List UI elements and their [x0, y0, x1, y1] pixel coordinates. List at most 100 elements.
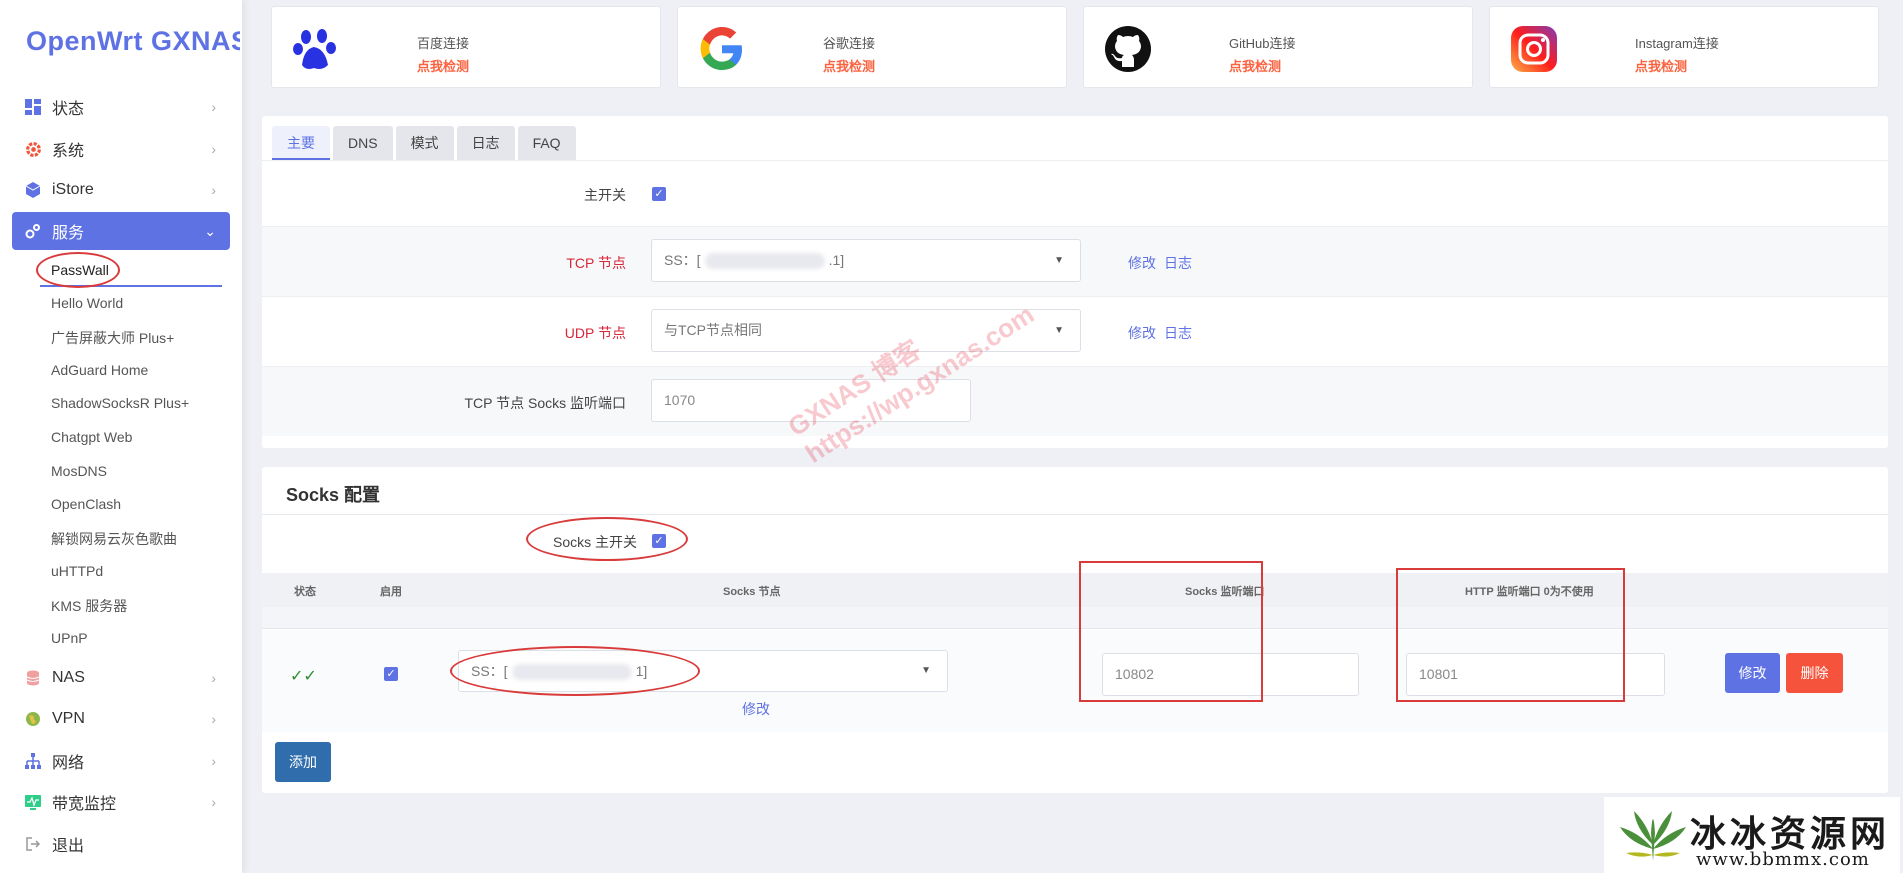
tcp-node-label: TCP 节点 — [566, 255, 626, 271]
column-socks-node: Socks 节点 — [723, 586, 781, 598]
menu-label: VPN — [52, 710, 85, 727]
socks-node-select[interactable]: SS：[1] ▼ — [458, 650, 948, 692]
menu-item-network[interactable]: 网络 › — [12, 742, 230, 780]
chevron-right-icon: › — [211, 753, 216, 769]
tcp-node-value-suffix: .1] — [828, 252, 845, 268]
menu-label: 退出 — [52, 838, 85, 855]
connection-cards: 百度连接 点我检测 谷歌连接 点我检测 GitHub连接 点我检测 Instag… — [262, 0, 1888, 120]
tcp-node-edit-link[interactable]: 修改 — [1128, 253, 1156, 273]
table-row: ✓✓ ✓ SS：[1] ▼ 修改 10802 10801 修改 删除 — [262, 630, 1888, 732]
google-card: 谷歌连接 点我检测 — [677, 6, 1067, 88]
menu-label: 服务 — [52, 225, 85, 242]
network-icon — [24, 752, 42, 770]
github-check-link[interactable]: 点我检测 — [1229, 56, 1281, 75]
socks-node-edit-link[interactable]: 修改 — [742, 699, 770, 719]
http-port-field[interactable]: 10801 — [1406, 653, 1665, 696]
menu-item-logout[interactable]: 退出 — [12, 825, 230, 863]
chevron-right-icon: › — [211, 99, 216, 115]
table-spacer — [262, 607, 1888, 629]
google-icon — [698, 25, 746, 73]
socks-port-field[interactable]: 10802 — [1102, 653, 1359, 696]
menu-label: 状态 — [52, 101, 85, 118]
menu-item-istore[interactable]: iStore › — [12, 171, 230, 209]
tcp-node-select[interactable]: SS：[ .1] ▼ — [651, 239, 1081, 282]
tab-faq[interactable]: FAQ — [517, 126, 576, 160]
column-enabled: 启用 — [380, 586, 402, 598]
socks-section-title: Socks 配置 — [286, 485, 381, 505]
socks-port-input[interactable]: 1070 — [651, 379, 971, 422]
column-socks-port: Socks 监听端口 — [1185, 586, 1265, 598]
socks-port-label: TCP 节点 Socks 监听端口 — [464, 395, 626, 411]
row-enabled-checkbox[interactable]: ✓ — [384, 667, 398, 681]
socks-master-label: Socks 主开关 — [553, 534, 638, 550]
menu-item-services[interactable]: 服务 ⌄ — [12, 212, 230, 250]
site-brand-watermark: 冰冰资源网 www.bbmmx.com — [1604, 797, 1900, 873]
menu-item-bandwidth[interactable]: 带宽监控 › — [12, 783, 230, 821]
socks-master-checkbox[interactable]: ✓ — [652, 534, 666, 548]
row-edit-button[interactable]: 修改 — [1725, 653, 1780, 693]
google-title: 谷歌连接 — [823, 36, 876, 51]
master-switch-row: 主开关 ✓ — [262, 160, 1888, 226]
caret-down-icon: ▼ — [1054, 325, 1064, 336]
sub-item-kms[interactable]: KMS 服务器 — [51, 596, 127, 616]
socks-table-header: 状态 启用 Socks 节点 Socks 监听端口 HTTP 监听端口 0为不使… — [262, 573, 1888, 607]
socks-config-panel: Socks 配置 Socks 主开关 ✓ 状态 启用 Socks 节点 Sock… — [262, 467, 1888, 793]
sub-item-upnp[interactable]: UPnP — [51, 630, 88, 646]
tab-mode[interactable]: 模式 — [395, 126, 454, 160]
gear-icon — [24, 140, 42, 158]
instagram-check-link[interactable]: 点我检测 — [1635, 56, 1687, 75]
socks-node-suffix: 1] — [635, 663, 648, 679]
row-delete-button[interactable]: 删除 — [1786, 653, 1843, 693]
google-check-link[interactable]: 点我检测 — [823, 56, 875, 75]
sub-item-uhttpd[interactable]: uHTTPd — [51, 563, 103, 579]
menu-item-status[interactable]: 状态 › — [12, 88, 230, 126]
tcp-node-log-link[interactable]: 日志 — [1164, 253, 1192, 273]
sub-item-chatgpt-web[interactable]: Chatgpt Web — [51, 429, 132, 445]
caret-down-icon: ▼ — [921, 665, 931, 676]
tab-log[interactable]: 日志 — [456, 126, 515, 160]
chevron-right-icon: › — [211, 670, 216, 686]
baidu-title: 百度连接 — [417, 36, 470, 51]
column-status: 状态 — [294, 586, 316, 598]
box-icon — [24, 181, 42, 199]
sub-item-openclash[interactable]: OpenClash — [51, 496, 121, 512]
tab-dns[interactable]: DNS — [333, 126, 393, 160]
sub-item-adguard[interactable]: AdGuard Home — [51, 362, 148, 378]
baidu-check-link[interactable]: 点我检测 — [417, 56, 469, 75]
menu-label: iStore — [52, 181, 94, 198]
redacted-blur — [704, 253, 825, 270]
udp-node-edit-link[interactable]: 修改 — [1128, 323, 1156, 343]
menu-item-system[interactable]: 系统 › — [12, 130, 230, 168]
udp-node-select[interactable]: 与TCP节点相同 ▼ — [651, 309, 1081, 352]
column-http-port: HTTP 监听端口 0为不使用 — [1465, 586, 1594, 598]
menu-item-vpn[interactable]: VPN › — [12, 700, 230, 738]
sub-item-mosdns[interactable]: MosDNS — [51, 463, 107, 479]
menu-item-nas[interactable]: NAS › — [12, 659, 230, 697]
database-icon — [24, 669, 42, 687]
status-ok-icon: ✓✓ — [290, 668, 317, 685]
caret-down-icon: ▼ — [1054, 255, 1064, 266]
sub-item-adblock[interactable]: 广告屏蔽大师 Plus+ — [51, 328, 174, 348]
udp-node-log-link[interactable]: 日志 — [1164, 323, 1192, 343]
menu-label: 带宽监控 — [52, 796, 117, 813]
sub-item-unblock-netease[interactable]: 解锁网易云灰色歌曲 — [51, 529, 177, 549]
sub-item-passwall[interactable]: PassWall — [51, 262, 109, 278]
udp-node-label: UDP 节点 — [564, 325, 626, 341]
sub-item-ssr-plus[interactable]: ShadowSocksR Plus+ — [51, 395, 189, 411]
monitor-icon — [24, 793, 42, 811]
github-icon — [1104, 25, 1152, 73]
app-logo[interactable]: OpenWrt GXNAS — [26, 26, 240, 57]
tab-main[interactable]: 主要 — [272, 126, 330, 160]
master-switch-checkbox[interactable]: ✓ — [652, 187, 666, 201]
github-title: GitHub连接 — [1229, 36, 1296, 51]
active-underline — [40, 285, 222, 287]
github-card: GitHub连接 点我检测 — [1083, 6, 1473, 88]
menu-label: 系统 — [52, 143, 85, 160]
chevron-right-icon: › — [211, 182, 216, 198]
tcp-node-value-prefix: SS：[ — [664, 252, 701, 268]
menu-label: 网络 — [52, 755, 85, 772]
tcp-node-row: TCP 节点 SS：[ .1] ▼ 修改 日志 — [262, 226, 1888, 296]
sub-item-hello-world[interactable]: Hello World — [51, 295, 123, 311]
main-settings-panel: 主要 DNS 模式 日志 FAQ 主开关 ✓ TCP 节点 SS：[ .1] ▼ … — [262, 116, 1888, 469]
add-button[interactable]: 添加 — [275, 742, 331, 782]
